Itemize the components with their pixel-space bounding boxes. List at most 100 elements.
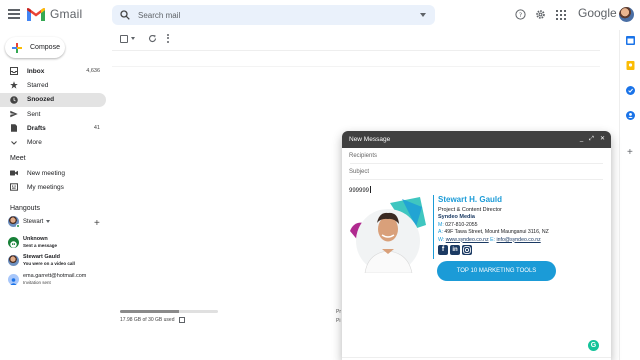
marketing-tools-cta-button[interactable]: TOP 10 MARKETING TOOLS (437, 261, 556, 281)
sidebar-item-label: Starred (27, 81, 49, 89)
hangouts-section-title: Hangouts (10, 205, 40, 212)
apps-grid-icon[interactable] (554, 8, 567, 21)
privacy-link[interactable]: Pi (336, 318, 340, 324)
sidebar-item-starred[interactable]: Starred (0, 78, 106, 92)
web-label: W: (438, 236, 445, 243)
sidebar-item-label: More (27, 139, 42, 147)
keep-icon[interactable] (626, 61, 635, 70)
online-status-icon (16, 224, 20, 228)
drafts-count: 41 (93, 125, 100, 132)
settings-gear-icon[interactable] (534, 8, 547, 21)
hangouts-self[interactable]: Stewart (8, 216, 51, 228)
sidebar-nav: Inbox 4,636 Starred Snoozed Sent Drafts … (0, 64, 106, 150)
signature-phone: 027-810-2055 (445, 221, 478, 228)
more-options-icon[interactable] (167, 34, 170, 44)
sidebar-item-inbox[interactable]: Inbox 4,636 (0, 64, 106, 78)
hangouts-self-name: Stewart (23, 218, 44, 225)
app-name: Gmail (50, 7, 83, 21)
main-menu-icon[interactable] (8, 9, 20, 19)
recipients-placeholder: Recipients (349, 152, 378, 159)
compose-plus-icon (12, 42, 22, 53)
subject-placeholder: Subject (349, 168, 370, 175)
sidebar-item-sent[interactable]: Sent (0, 107, 106, 121)
calendar-icon[interactable] (626, 36, 635, 45)
signature-name: Stewart H. Gauld (438, 195, 503, 204)
full-screen-icon[interactable]: ⤢ (589, 136, 594, 143)
send-icon (10, 110, 18, 118)
grammarly-icon[interactable]: G (588, 340, 599, 351)
draft-icon (10, 124, 18, 133)
video-camera-icon (10, 169, 18, 177)
top-bar: Gmail Search mail ? Google (0, 0, 640, 30)
get-addons-plus-icon[interactable]: + (627, 148, 636, 158)
contacts-icon[interactable] (626, 111, 635, 120)
sidebar-item-label: Snoozed (27, 96, 55, 104)
new-meeting-item[interactable]: New meeting (0, 167, 65, 179)
facebook-icon[interactable]: f (438, 244, 448, 255)
hangouts-quote-icon (10, 241, 17, 248)
subject-field[interactable]: Subject (349, 164, 603, 180)
compose-title: New Message (349, 136, 391, 143)
avatar (8, 216, 20, 228)
compose-button[interactable]: Compose (5, 37, 65, 58)
avatar (8, 255, 19, 266)
recipients-field[interactable]: Recipients (349, 148, 603, 164)
signature-photo (350, 197, 426, 273)
inbox-count: 4,636 (86, 68, 100, 75)
mail-toolbar (120, 34, 170, 44)
text-cursor (369, 186, 371, 193)
storage-bar (120, 310, 218, 313)
minimize-icon[interactable]: _ (580, 136, 583, 143)
search-icon[interactable] (120, 10, 130, 20)
message-body[interactable]: 999999 (349, 186, 371, 194)
clock-icon (10, 95, 18, 104)
sidebar-item-label: Sent (27, 110, 41, 118)
select-all-checkbox[interactable] (120, 34, 128, 43)
help-icon[interactable]: ? (514, 8, 527, 21)
signature-web-line: W: www.syndeo.co.nz E: info@syndeo.co.nz (438, 237, 549, 243)
svg-text:?: ? (519, 11, 522, 19)
tasks-icon[interactable] (626, 86, 635, 95)
signature-email-link[interactable]: info@syndeo.co.nz (496, 237, 540, 243)
program-policies-link[interactable]: Pr (336, 309, 341, 315)
search-bar[interactable]: Search mail (112, 5, 435, 25)
new-conversation-plus-icon[interactable]: + (94, 218, 100, 229)
social-links: f in (438, 244, 549, 255)
avatar (8, 237, 19, 248)
search-input[interactable]: Search mail (138, 11, 180, 20)
close-icon[interactable]: ✕ (600, 136, 605, 143)
hangouts-contact[interactable]: ema.garrett@hotmail.com Invitation sent (8, 273, 86, 286)
storage-indicator: 17.98 GB of 30 GB used (120, 310, 218, 323)
sidebar-item-snoozed[interactable]: Snoozed (0, 92, 106, 107)
refresh-icon[interactable] (148, 34, 157, 43)
inbox-icon (10, 67, 18, 76)
side-panel-rail: + (619, 30, 640, 360)
hangouts-contact-status: You were on a video call (23, 260, 75, 266)
select-options-icon[interactable] (131, 37, 135, 41)
open-storage-icon[interactable] (179, 317, 186, 323)
signature-website-link[interactable]: www.syndeo.co.nz (446, 237, 489, 243)
hangouts-contact[interactable]: Stewart Gauld You were on a video call (8, 254, 75, 267)
google-logo[interactable]: Google (578, 6, 617, 20)
avatar (8, 274, 19, 285)
search-options-icon[interactable] (420, 13, 426, 17)
star-icon (10, 81, 18, 90)
linkedin-icon[interactable]: in (450, 244, 460, 255)
sidebar-item-more[interactable]: More (0, 135, 106, 149)
hangouts-contact[interactable]: Unknown Sent a message (8, 236, 57, 249)
cta-label: TOP 10 MARKETING TOOLS (456, 268, 537, 274)
compose-header[interactable]: New Message _ ⤢ ✕ (342, 131, 611, 148)
new-meeting-label: New meeting (27, 169, 65, 177)
my-meetings-item[interactable]: My meetings (0, 181, 64, 193)
instagram-icon[interactable] (462, 244, 472, 255)
account-avatar[interactable] (619, 7, 634, 22)
signature-phone-line: M: 027-810-2055 (438, 222, 549, 228)
address-label: A: (438, 229, 443, 235)
signature-address-line: A: 49F Tawa Street, Mount Maunganui 3116… (438, 229, 549, 235)
phone-label: M: (438, 221, 444, 228)
signature-address: 49F Tawa Street, Mount Maunganui 3116, N… (444, 229, 549, 235)
storage-text: 17.98 GB of 30 GB used (120, 317, 175, 323)
status-caret-icon[interactable] (46, 220, 51, 223)
sidebar-item-drafts[interactable]: Drafts 41 (0, 121, 106, 135)
gmail-logo[interactable]: Gmail (27, 7, 82, 21)
